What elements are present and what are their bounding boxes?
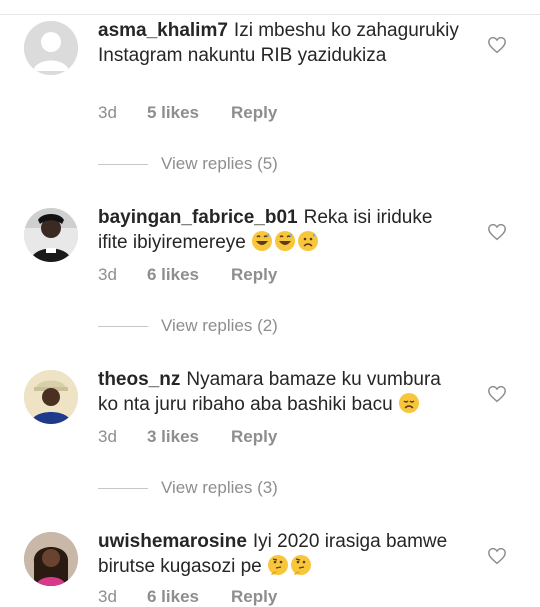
heart-outline-icon[interactable] — [487, 385, 507, 403]
disappointed-emoji — [398, 393, 419, 413]
reply-button[interactable]: Reply — [231, 265, 277, 284]
comment-time: 3d — [98, 587, 117, 606]
comment-username[interactable]: theos_nz — [98, 369, 180, 390]
avatar[interactable] — [24, 532, 78, 586]
comment-text: uwishemarosine Iyi 2020 irasiga bamwe bir… — [98, 529, 460, 579]
comment-meta: 3d 5 likes Reply — [98, 103, 277, 123]
likes-count[interactable]: 5 likes — [147, 103, 231, 123]
top-divider — [0, 0, 540, 15]
comment-meta: 3d 6 likes Reply — [98, 265, 277, 285]
comment-text: theos_nz Nyamara bamaze ku vumbura ko nta… — [98, 367, 460, 417]
avatar[interactable] — [24, 21, 78, 75]
replies-divider — [98, 164, 148, 166]
reply-button[interactable]: Reply — [231, 103, 277, 122]
view-replies-button[interactable]: View replies (5) — [98, 154, 278, 174]
view-replies-label: View replies (2) — [161, 316, 278, 335]
heart-outline-icon[interactable] — [487, 36, 507, 54]
view-replies-label: View replies (3) — [161, 478, 278, 497]
grinning-sweat-emoji — [252, 231, 273, 251]
avatar[interactable] — [24, 370, 78, 424]
comment-username[interactable]: uwishemarosine — [98, 531, 247, 552]
comment-meta: 3d 3 likes Reply — [98, 427, 277, 447]
view-replies-button[interactable]: View replies (3) — [98, 478, 278, 498]
reply-button[interactable]: Reply — [231, 587, 277, 606]
reply-button[interactable]: Reply — [231, 427, 277, 446]
view-replies-button[interactable]: View replies (2) — [98, 316, 278, 336]
likes-count[interactable]: 3 likes — [147, 427, 231, 447]
likes-count[interactable]: 6 likes — [147, 587, 231, 607]
cold-sweat-emoji — [298, 231, 319, 251]
comment-time: 3d — [98, 265, 117, 284]
comment-username[interactable]: asma_khalim7 — [98, 20, 228, 41]
likes-count[interactable]: 6 likes — [147, 265, 231, 285]
comment-text: asma_khalim7 Izi mbeshu ko zahagurukiy In… — [98, 18, 460, 68]
grinning-sweat-emoji — [275, 231, 296, 251]
replies-divider — [98, 488, 148, 490]
thinking-emoji — [291, 555, 311, 575]
heart-outline-icon[interactable] — [487, 223, 507, 241]
view-replies-label: View replies (5) — [161, 154, 278, 173]
heart-outline-icon[interactable] — [487, 547, 507, 565]
replies-divider — [98, 326, 148, 328]
avatar[interactable] — [24, 208, 78, 262]
comment-text: bayingan_fabrice_b01 Reka isi iriduke ifi… — [98, 205, 460, 255]
comment-time: 3d — [98, 103, 117, 122]
comment-time: 3d — [98, 427, 117, 446]
thinking-emoji — [268, 555, 288, 575]
comment-meta: 3d 6 likes Reply — [98, 587, 277, 607]
comment-username[interactable]: bayingan_fabrice_b01 — [98, 207, 298, 228]
